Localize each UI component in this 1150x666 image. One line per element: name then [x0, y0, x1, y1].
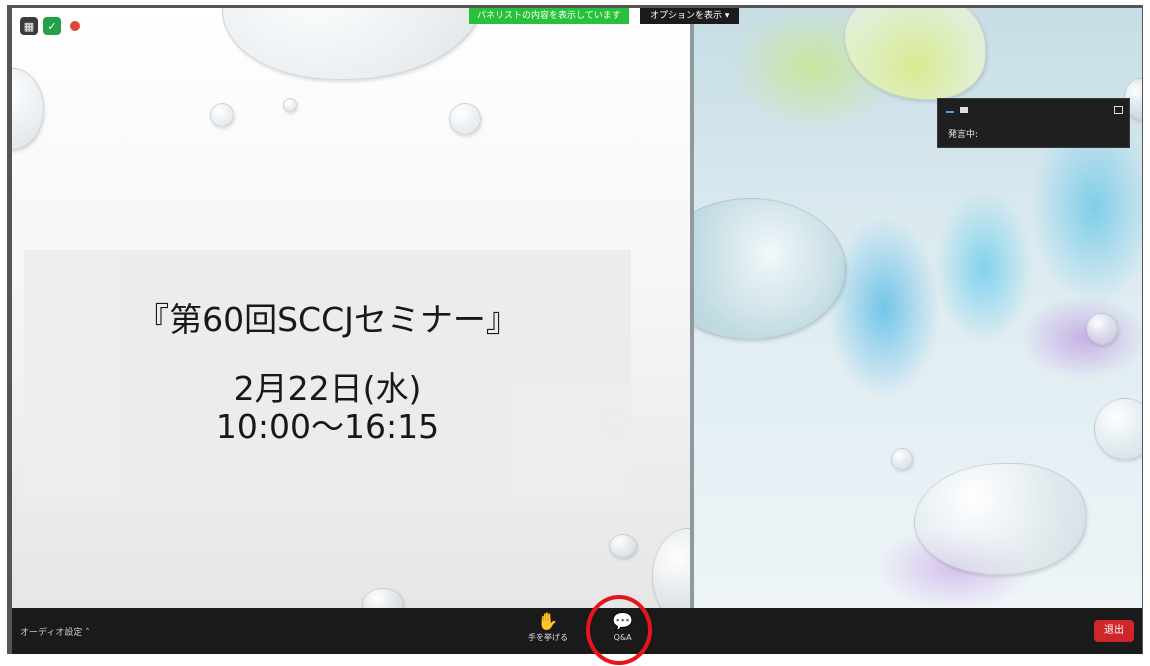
panelist-view-banner: パネリストの内容を表示しています: [469, 8, 629, 24]
hand-icon: ✋: [537, 612, 559, 632]
shield-icon[interactable]: ✓: [43, 17, 61, 35]
water-drop: [914, 463, 1086, 575]
view-options-button[interactable]: オプションを表示 ▾: [640, 8, 740, 24]
water-drop: [1094, 398, 1142, 460]
water-drop: [362, 588, 404, 608]
expand-icon[interactable]: [1114, 106, 1123, 114]
water-drop: [844, 8, 986, 100]
water-drop: [222, 8, 484, 80]
leave-button[interactable]: 退出: [1094, 620, 1134, 642]
qa-highlight-circle: [586, 595, 652, 665]
grid-icon[interactable]: ▦: [20, 17, 38, 35]
raise-hand-button[interactable]: ✋ 手を挙げる: [528, 612, 568, 644]
record-icon: [66, 17, 84, 35]
speaker-mini-window[interactable]: 発言中:: [937, 98, 1130, 148]
minimize-icon[interactable]: [946, 111, 954, 113]
seminar-date: 2月22日(水): [233, 369, 422, 408]
audio-settings-button[interactable]: オーディオ設定 ˄: [20, 625, 90, 638]
seminar-time: 10:00〜16:15: [215, 407, 440, 446]
speaker-label: 発言中:: [948, 130, 979, 140]
water-drop: [694, 198, 846, 340]
seminar-title: 『第60回SCCJセミナー』: [136, 300, 519, 339]
water-drop: [449, 103, 481, 135]
meeting-status-icons: ▦ ✓: [20, 17, 84, 35]
water-drop: [652, 528, 690, 608]
water-drop: [210, 103, 234, 127]
mini-window-titlebar: [946, 105, 1123, 115]
water-drop: [283, 98, 297, 112]
seminar-title-card: 『第60回SCCJセミナー』 2月22日(水) 10:00〜16:15: [24, 250, 631, 496]
video-icon[interactable]: [960, 107, 968, 113]
meeting-toolbar: オーディオ設定 ˄ ✋ 手を挙げる 💬 Q&A 退出: [12, 608, 1142, 654]
water-drop: [1086, 313, 1118, 345]
water-drop: [12, 68, 44, 150]
raise-hand-label: 手を挙げる: [528, 633, 568, 642]
water-drop: [891, 448, 913, 470]
water-drop: [609, 534, 637, 558]
